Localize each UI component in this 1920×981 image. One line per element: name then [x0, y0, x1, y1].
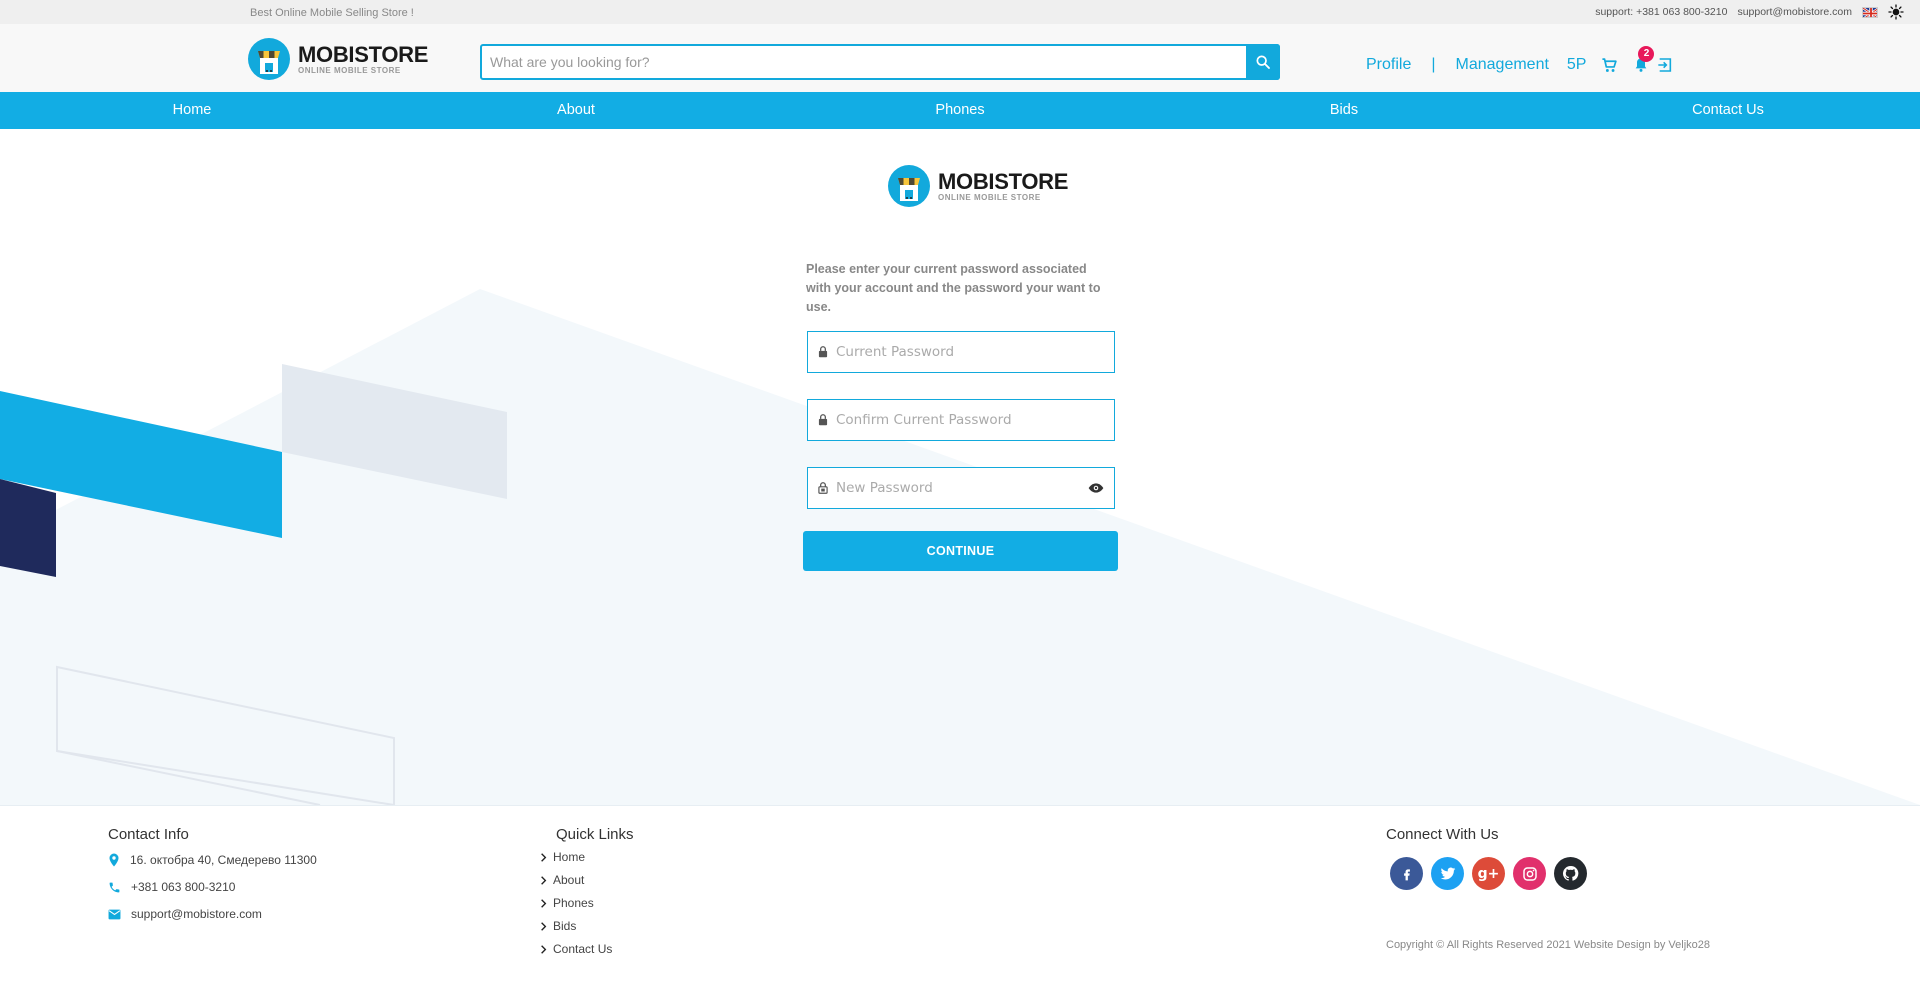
quick-link-label: Bids [553, 919, 577, 933]
phone-icon [109, 882, 120, 892]
quick-link-phones[interactable]: Phones [540, 896, 634, 910]
search-bar [480, 44, 1280, 80]
shop-logo-icon [248, 38, 290, 80]
contact-address: 16. октобра 40, Смедерево 11300 [108, 853, 317, 867]
main-navigation: Home About Phones Bids Contact Us [0, 92, 1920, 129]
footer-quick-links: Quick Links Home About Phones Bids Conta… [540, 826, 634, 965]
instructions-line-1: Please enter your current password assoc… [806, 262, 1087, 276]
chevron-right-icon [541, 944, 547, 954]
search-button[interactable] [1246, 44, 1280, 80]
points-balance[interactable]: 5P [1567, 56, 1587, 74]
quick-link-contact-us[interactable]: Contact Us [540, 942, 634, 956]
footer-contact-info: Contact Info 16. октобра 40, Смедерево 1… [108, 826, 317, 934]
site-footer: Contact Info 16. октобра 40, Смедерево 1… [0, 805, 1920, 981]
search-input[interactable] [482, 46, 1246, 78]
confirm-password-input[interactable] [836, 400, 1114, 440]
brand-name: MOBISTORE [298, 41, 429, 67]
facebook-icon[interactable] [1390, 857, 1423, 890]
quick-link-bids[interactable]: Bids [540, 919, 634, 933]
address-text: 16. октобра 40, Смедерево 11300 [130, 853, 317, 867]
uk-flag-icon[interactable] [1862, 6, 1878, 18]
current-password-field [807, 331, 1115, 373]
contact-info-title: Contact Info [108, 826, 189, 843]
cart-button[interactable] [1600, 56, 1618, 74]
location-icon [109, 853, 119, 867]
lock-icon [818, 346, 828, 358]
email-text[interactable]: support@mobistore.com [131, 907, 262, 921]
support-phone: support: +381 063 800-3210 [1595, 6, 1728, 18]
nav-contact-us[interactable]: Contact Us [1536, 92, 1920, 129]
footer-connect: Connect With Us g+ [1386, 826, 1587, 890]
shop-logo-icon [888, 165, 930, 207]
lock-icon [818, 414, 828, 426]
brand-subtitle: ONLINE MOBILE STORE [938, 192, 1041, 202]
contact-phone: +381 063 800-3210 [108, 880, 317, 894]
social-links: g+ [1390, 857, 1587, 890]
logout-button[interactable] [1656, 56, 1674, 74]
brand-text: MOBISTORE ONLINE MOBILE STORE [298, 41, 429, 75]
chevron-right-icon [541, 875, 547, 885]
cart-icon [1602, 57, 1617, 72]
nav-bids[interactable]: Bids [1152, 92, 1536, 129]
new-password-field [807, 467, 1115, 509]
instagram-icon[interactable] [1513, 857, 1546, 890]
support-email[interactable]: support@mobistore.com [1737, 6, 1852, 18]
eye-icon[interactable] [1088, 480, 1104, 496]
nav-phones[interactable]: Phones [768, 92, 1152, 129]
search-icon [1256, 55, 1270, 69]
form-instructions: Please enter your current password assoc… [806, 260, 1119, 317]
top-info-bar: Best Online Mobile Selling Store ! suppo… [0, 0, 1920, 24]
quick-link-label: Phones [553, 896, 594, 910]
profile-link[interactable]: Profile [1366, 56, 1411, 74]
brand-name: MOBISTORE [938, 168, 1069, 194]
mail-icon [108, 909, 121, 919]
confirm-password-field [807, 399, 1115, 441]
nav-about[interactable]: About [384, 92, 768, 129]
quick-link-home[interactable]: Home [540, 850, 634, 864]
notification-badge: 2 [1638, 46, 1655, 62]
lock-open-icon [818, 482, 828, 494]
chevron-right-icon [541, 898, 547, 908]
header-logo[interactable]: MOBISTORE ONLINE MOBILE STORE [248, 38, 428, 80]
brand-text: MOBISTORE ONLINE MOBILE STORE [938, 168, 1069, 202]
brand-subtitle: ONLINE MOBILE STORE [298, 65, 401, 75]
quick-links-title: Quick Links [556, 826, 634, 843]
change-password-form: Please enter your current password assoc… [803, 260, 1119, 571]
logout-icon [1658, 58, 1672, 72]
contact-email: support@mobistore.com [108, 907, 317, 921]
nav-separator: | [1431, 56, 1436, 73]
instructions-line-2: with your account and the password your … [806, 281, 1101, 314]
header-account-nav: Profile | Management 5P 2 [1366, 46, 1674, 74]
management-link[interactable]: Management [1456, 56, 1549, 74]
chevron-right-icon [541, 852, 547, 862]
quick-link-label: Contact Us [553, 942, 613, 956]
top-bar-right: support: +381 063 800-3210 support@mobis… [1595, 4, 1904, 20]
connect-title: Connect With Us [1386, 826, 1499, 843]
quick-link-label: About [553, 873, 585, 887]
chevron-right-icon [541, 921, 547, 931]
notifications-button[interactable]: 2 [1632, 46, 1655, 74]
sun-icon[interactable] [1888, 4, 1904, 20]
copyright-text: Copyright © All Rights Reserved 2021 Web… [1386, 939, 1711, 951]
form-logo: MOBISTORE ONLINE MOBILE STORE [888, 165, 1068, 207]
change-password-section: MOBISTORE ONLINE MOBILE STORE Please ent… [0, 129, 1920, 805]
google-plus-icon[interactable]: g+ [1472, 857, 1505, 890]
current-password-input[interactable] [836, 332, 1114, 372]
twitter-icon[interactable] [1431, 857, 1464, 890]
quick-link-label: Home [553, 850, 586, 864]
quick-link-about[interactable]: About [540, 873, 634, 887]
store-tagline: Best Online Mobile Selling Store ! [250, 7, 414, 19]
github-icon[interactable] [1554, 857, 1587, 890]
phone-text: +381 063 800-3210 [131, 880, 236, 894]
nav-home[interactable]: Home [0, 92, 384, 129]
new-password-input[interactable] [836, 468, 1088, 508]
continue-button[interactable]: CONTINUE [803, 531, 1118, 571]
site-header: MOBISTORE ONLINE MOBILE STORE Profile | … [0, 24, 1920, 92]
